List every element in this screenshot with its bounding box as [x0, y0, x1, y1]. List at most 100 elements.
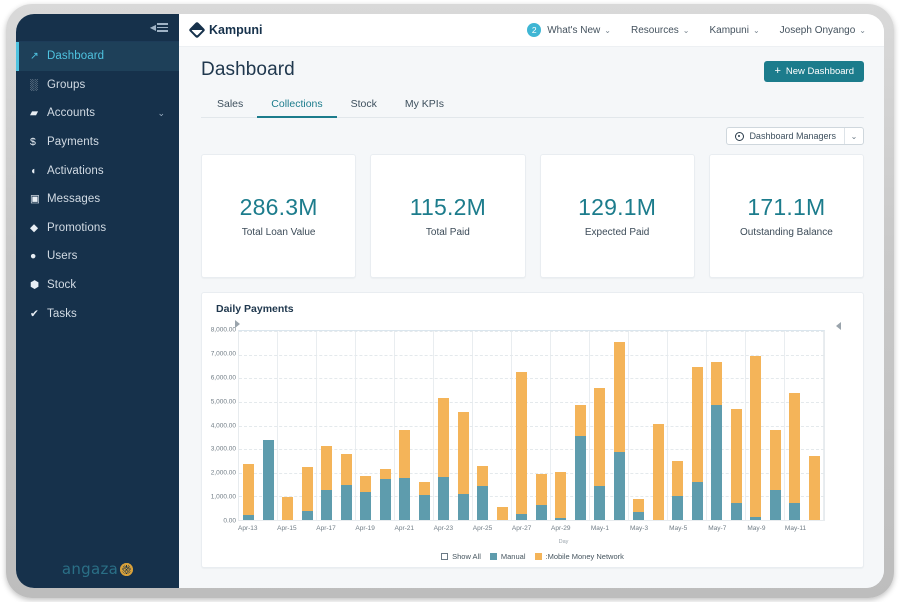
legend-swatch-teal[interactable] [490, 553, 497, 560]
stacked-bar[interactable] [575, 405, 586, 520]
kpi-card: 171.1MOutstanding Balance [709, 154, 864, 278]
new-dashboard-button[interactable]: + New Dashboard [764, 61, 864, 82]
stacked-bar[interactable] [419, 482, 430, 520]
stacked-bar[interactable] [282, 497, 293, 520]
stacked-bar[interactable] [750, 356, 761, 520]
stacked-bar[interactable] [633, 499, 644, 520]
dashboard-managers-control[interactable]: Dashboard Managers ⌄ [726, 127, 864, 145]
topnav-item-kampuni[interactable]: Kampuni⌄ [710, 25, 760, 36]
sidebar-item-payments[interactable]: $Payments [16, 128, 179, 157]
sidebar-item-promotions[interactable]: ◆Promotions [16, 214, 179, 243]
legend-swatch-empty[interactable] [441, 553, 448, 560]
y-axis-tick: 2,000.00 [211, 470, 236, 477]
y-axis-tick: 7,000.00 [211, 350, 236, 357]
stacked-bar[interactable] [321, 446, 332, 520]
stacked-bar[interactable] [341, 454, 352, 520]
tab-stock[interactable]: Stock [337, 93, 391, 118]
bar-slot [337, 331, 357, 520]
bar-segment-mobile-money [419, 482, 430, 495]
stacked-bar[interactable] [438, 398, 449, 520]
legend-item[interactable]: :Mobile Money Network [535, 552, 624, 561]
stacked-bar[interactable] [380, 469, 391, 520]
stacked-bar[interactable] [399, 430, 410, 520]
stacked-bar[interactable] [653, 424, 664, 520]
sidebar-item-messages[interactable]: ▣Messages [16, 185, 179, 214]
sidebar-item-dashboard[interactable]: ↗Dashboard [16, 42, 179, 71]
bar-slot [473, 331, 493, 520]
legend-item[interactable]: Manual [490, 552, 526, 561]
kpi-card: 129.1MExpected Paid [540, 154, 695, 278]
bar-slot [356, 331, 376, 520]
plot-canvas [238, 330, 825, 521]
bar-slot [688, 331, 708, 520]
bar-slot [532, 331, 552, 520]
daily-payments-panel: Daily Payments 0.001,000.002,000.003,000… [201, 292, 864, 568]
x-axis-slot [805, 525, 825, 537]
stacked-bar[interactable] [731, 409, 742, 521]
sidebar-item-users[interactable]: ●Users [16, 242, 179, 271]
x-axis-slot [531, 525, 551, 537]
stacked-bar[interactable] [789, 393, 800, 520]
sidebar-item-groups[interactable]: ░Groups [16, 71, 179, 100]
stacked-bar[interactable] [555, 472, 566, 520]
bar-segment-mobile-money [536, 474, 547, 504]
stacked-bar[interactable] [477, 466, 488, 520]
stacked-bar[interactable] [243, 464, 254, 520]
stacked-bar[interactable] [692, 367, 703, 520]
stacked-bar[interactable] [770, 430, 781, 520]
stacked-bar[interactable] [809, 456, 820, 520]
stacked-bar[interactable] [497, 507, 508, 520]
x-axis-slot: Apr-21 [395, 525, 415, 537]
legend-item[interactable]: Show All [441, 552, 481, 561]
chevron-left-icon: ◀ [150, 24, 156, 32]
topnav-item-joseph-onyango[interactable]: Joseph Onyango⌄ [780, 25, 866, 36]
page-header: Dashboard + New Dashboard SalesCollectio… [179, 47, 884, 118]
topnav-item-label: Resources [631, 25, 679, 36]
tab-my-kpis[interactable]: My KPIs [391, 93, 458, 118]
topnav-item-what-s-new[interactable]: 2What's New⌄ [527, 23, 611, 37]
bar-segment-mobile-money [497, 507, 508, 520]
sidebar-item-activations[interactable]: ◖Activations [16, 156, 179, 185]
box-icon: ⬢ [30, 279, 47, 291]
x-axis-slot [571, 525, 591, 537]
x-axis-slot: Apr-27 [512, 525, 532, 537]
bar-segment-manual [731, 503, 742, 520]
sidebar-header: ◀ [16, 14, 179, 42]
bar-slot [707, 331, 727, 520]
tab-collections[interactable]: Collections [257, 93, 336, 118]
bar-segment-mobile-money [399, 430, 410, 478]
chevron-down-icon[interactable]: ⌄ [157, 108, 165, 119]
bar-segment-manual [789, 503, 800, 520]
dashboard-managers-button[interactable]: Dashboard Managers [727, 128, 844, 144]
sidebar-item-stock[interactable]: ⬢Stock [16, 271, 179, 300]
stacked-bar[interactable] [711, 362, 722, 520]
bar-segment-mobile-money [711, 362, 722, 405]
stacked-bar[interactable] [672, 461, 683, 520]
bar-segment-mobile-money [458, 412, 469, 494]
bar-slot [785, 331, 805, 520]
collapse-menu-icon[interactable]: ◀ [150, 23, 168, 32]
sidebar-item-tasks[interactable]: ✔Tasks [16, 299, 179, 328]
bar-segment-mobile-money [477, 466, 488, 487]
stacked-bar[interactable] [594, 388, 605, 520]
chevron-down-icon[interactable]: ⌄ [845, 128, 863, 144]
stacked-bar[interactable] [516, 372, 527, 520]
tab-sales[interactable]: Sales [203, 93, 257, 118]
stacked-bar[interactable] [263, 440, 274, 520]
bar-slot [454, 331, 474, 520]
sidebar-item-accounts[interactable]: ▰Accounts⌄ [16, 99, 179, 128]
stacked-bar[interactable] [360, 476, 371, 520]
stacked-bar[interactable] [458, 412, 469, 520]
topnav-item-resources[interactable]: Resources⌄ [631, 25, 690, 36]
stacked-bar[interactable] [536, 474, 547, 520]
stacked-bar[interactable] [302, 467, 313, 520]
stacked-bar[interactable] [614, 342, 625, 520]
app-brand[interactable]: Kampuni [191, 23, 262, 37]
bar-segment-mobile-money [809, 456, 820, 520]
scroll-right-arrow-icon[interactable] [836, 322, 841, 330]
legend-swatch-orange[interactable] [535, 553, 542, 560]
bar-slot [766, 331, 786, 520]
toggle-icon: ◖ [30, 165, 47, 177]
bar-segment-mobile-money [614, 342, 625, 453]
x-axis-slot [766, 525, 786, 537]
